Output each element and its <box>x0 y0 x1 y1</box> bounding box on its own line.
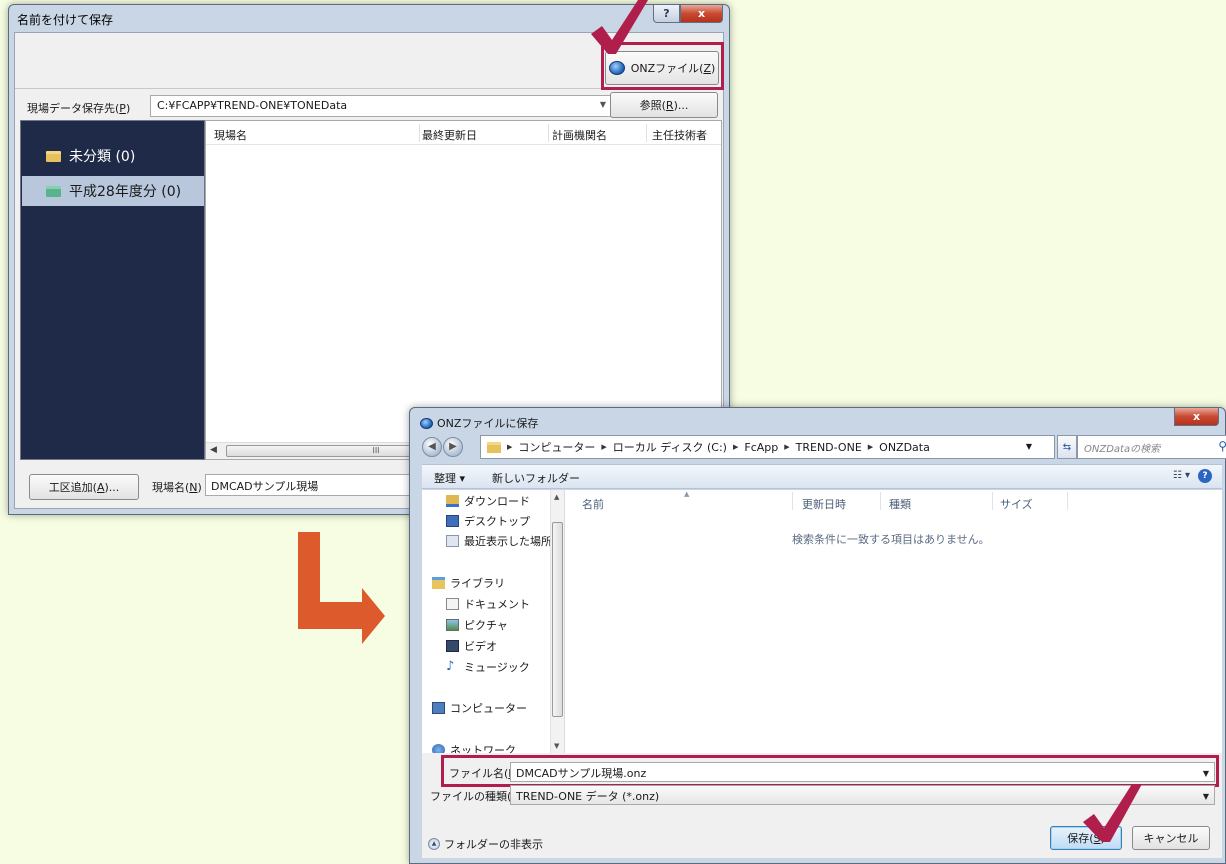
forward-icon[interactable]: ▶ <box>443 437 463 457</box>
category-label: 未分類 (0) <box>69 149 136 165</box>
save-path-combobox[interactable]: C:¥FCAPP¥TREND-ONE¥TONEData ▼ <box>150 95 613 117</box>
command-bar: 整理 ▾ 新しいフォルダー ☷ ▾ ? <box>422 464 1222 489</box>
category-pane: 未分類 (0) 平成28年度分 (0) <box>20 120 205 460</box>
pictures-icon <box>446 619 459 631</box>
browser-body: ダウンロード デスクトップ 最近表示した場所 ライブラリ ドキュメント ピクチャ <box>422 490 1222 757</box>
check-mark-icon <box>1083 784 1142 842</box>
recent-places-icon <box>446 535 459 547</box>
onz-disk-icon <box>420 417 433 429</box>
hide-folders-toggle[interactable]: ▲ フォルダーの非表示 <box>428 836 543 852</box>
empty-message: 検索条件に一致する項目はありません。 <box>792 533 990 546</box>
file-list[interactable]: ▲ 名前 更新日時 種類 サイズ 検索条件に一致する項目はありません。 <box>567 490 1222 753</box>
view-options-icon[interactable]: ☷ ▾ <box>1173 470 1190 481</box>
sort-caret-icon: ▲ <box>684 490 690 498</box>
address-bar: ◀ ▶ ▶ コンピューター ▶ ローカル ディスク (C:) ▶ FcApp ▶ TRE… <box>422 435 1226 459</box>
tree-item-videos[interactable]: ビデオ <box>446 638 554 654</box>
cancel-button[interactable]: キャンセル <box>1132 826 1210 850</box>
folder-icon <box>487 441 501 453</box>
music-icon: ♪ <box>446 659 455 674</box>
save-path-label: 現場データ保存先(P) <box>27 102 131 115</box>
scroll-up-icon[interactable]: ▲ <box>554 493 559 501</box>
video-icon <box>446 640 459 652</box>
documents-icon <box>446 598 459 610</box>
breadcrumb-item[interactable]: FcApp <box>744 441 778 454</box>
back-icon[interactable]: ◀ <box>422 437 442 457</box>
tree-item-desktop[interactable]: デスクトップ <box>446 513 554 529</box>
column-header-site-name[interactable]: 現場名 <box>214 127 247 143</box>
computer-icon <box>432 702 445 714</box>
folder-teal-icon <box>46 185 61 197</box>
category-label: 平成28年度分 (0) <box>69 184 182 200</box>
chevron-down-icon[interactable]: ▼ <box>1026 442 1032 451</box>
breadcrumb-item[interactable]: ローカル ディスク (C:) <box>613 439 727 455</box>
column-header-type[interactable]: 種類 <box>889 496 911 512</box>
tree-item-music[interactable]: ♪ ミュージック <box>446 659 554 675</box>
column-header-last-updated[interactable]: 最終更新日 <box>422 127 477 143</box>
caption-buttons: x <box>1174 408 1219 426</box>
arrow-icon <box>298 532 385 644</box>
column-header-chief-engineer[interactable]: 主任技術者 <box>652 127 707 143</box>
folder-icon <box>46 150 61 162</box>
add-work-area-label: 工区追加(A)... <box>48 481 120 494</box>
add-work-area-button[interactable]: 工区追加(A)... <box>29 474 139 500</box>
chevron-down-icon[interactable]: ▼ <box>600 100 606 109</box>
category-item-unclassified[interactable]: 未分類 (0) <box>22 141 204 171</box>
check-mark-icon <box>591 0 648 54</box>
close-button[interactable]: x <box>1174 408 1219 426</box>
desktop-icon <box>446 515 459 527</box>
column-header-agency[interactable]: 計画機関名 <box>552 127 607 143</box>
breadcrumb-item[interactable]: ONZData <box>879 441 930 454</box>
chevron-up-icon: ▲ <box>428 838 440 850</box>
download-icon <box>446 495 459 507</box>
new-folder-button[interactable]: 新しいフォルダー <box>492 470 580 486</box>
column-header-size[interactable]: サイズ <box>1000 496 1033 512</box>
folder-tree: ダウンロード デスクトップ 最近表示した場所 ライブラリ ドキュメント ピクチャ <box>422 490 565 757</box>
tree-item-computer[interactable]: コンピューター <box>432 700 554 716</box>
refresh-icon[interactable]: ⇆ <box>1057 435 1077 459</box>
search-input[interactable]: ONZDataの検索 ⚲ <box>1077 435 1226 459</box>
organize-menu[interactable]: 整理 ▾ <box>434 470 465 486</box>
tree-item-recent[interactable]: 最近表示した場所 <box>446 533 554 549</box>
chevron-down-icon[interactable]: ▼ <box>1203 792 1209 801</box>
column-header-name[interactable]: 名前 <box>582 496 604 512</box>
library-icon <box>432 577 445 589</box>
tree-item-libraries[interactable]: ライブラリ <box>432 575 554 591</box>
search-icon[interactable]: ⚲ <box>1218 439 1226 453</box>
help-button[interactable]: ? <box>653 5 680 23</box>
dialog-title: ONZファイルに保存 <box>420 415 538 431</box>
breadcrumb-item[interactable]: TREND-ONE <box>796 441 862 454</box>
tree-item-downloads[interactable]: ダウンロード <box>446 493 554 509</box>
help-icon[interactable]: ? <box>1198 469 1212 483</box>
tree-item-documents[interactable]: ドキュメント <box>446 596 554 612</box>
tree-item-pictures[interactable]: ピクチャ <box>446 617 554 633</box>
save-path-value: C:¥FCAPP¥TREND-ONE¥TONEData <box>157 99 348 112</box>
list-header: 現場名 最終更新日 計画機関名 主任技術者 <box>206 121 721 145</box>
dialog-title: 名前を付けて保存 <box>17 13 114 27</box>
caption-buttons: ? x <box>653 5 723 23</box>
scroll-down-icon[interactable]: ▼ <box>554 742 559 750</box>
vertical-scrollbar[interactable]: ▲ ▼ <box>550 490 564 753</box>
column-header-modified[interactable]: 更新日時 <box>802 496 846 512</box>
scroll-thumb[interactable] <box>552 522 563 717</box>
breadcrumb[interactable]: ▶ コンピューター ▶ ローカル ディスク (C:) ▶ FcApp ▶ TREND-O… <box>480 435 1055 459</box>
close-button[interactable]: x <box>680 5 723 23</box>
browse-button[interactable]: 参照(R)... <box>610 92 718 118</box>
site-name-label: 現場名(N) <box>152 481 202 494</box>
category-item-h28[interactable]: 平成28年度分 (0) <box>22 176 204 206</box>
scroll-left-icon[interactable]: ◀ <box>210 445 217 455</box>
site-name-input[interactable]: DMCADサンプル現場 <box>205 474 435 496</box>
breadcrumb-item[interactable]: コンピューター <box>518 439 595 455</box>
browse-button-label: 参照(R)... <box>639 99 689 112</box>
